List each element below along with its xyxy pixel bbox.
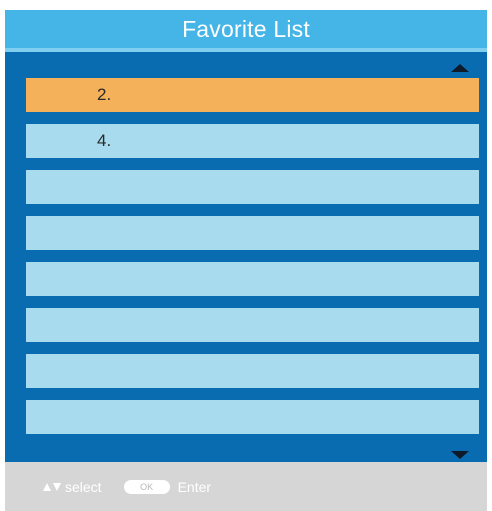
arrow-up-icon <box>43 482 51 491</box>
scroll-down-icon[interactable] <box>451 451 469 459</box>
arrow-down-icon <box>53 482 61 491</box>
list-item[interactable] <box>26 216 479 250</box>
help-bar: select OK Enter <box>5 462 487 511</box>
list-item[interactable] <box>26 170 479 204</box>
favorite-list: 2. 4. <box>26 78 479 446</box>
title-bar: Favorite List <box>5 10 487 52</box>
select-hint-label: select <box>65 478 102 495</box>
list-item[interactable]: 2. <box>26 78 479 112</box>
favorite-list-dialog: Favorite List 2. 4. select OK Enter <box>5 10 487 511</box>
enter-hint-label: Enter <box>177 478 212 495</box>
list-item-label: 2. <box>97 85 112 104</box>
list-item-label: 4. <box>97 131 112 150</box>
list-item[interactable] <box>26 400 479 434</box>
dialog-title: Favorite List <box>182 15 310 42</box>
list-item[interactable]: 4. <box>26 124 479 158</box>
list-item[interactable] <box>26 262 479 296</box>
ok-key-icon: OK <box>123 479 170 494</box>
scroll-up-icon[interactable] <box>451 64 469 72</box>
list-item[interactable] <box>26 354 479 388</box>
list-item[interactable] <box>26 308 479 342</box>
up-down-arrows-icon <box>43 482 61 491</box>
